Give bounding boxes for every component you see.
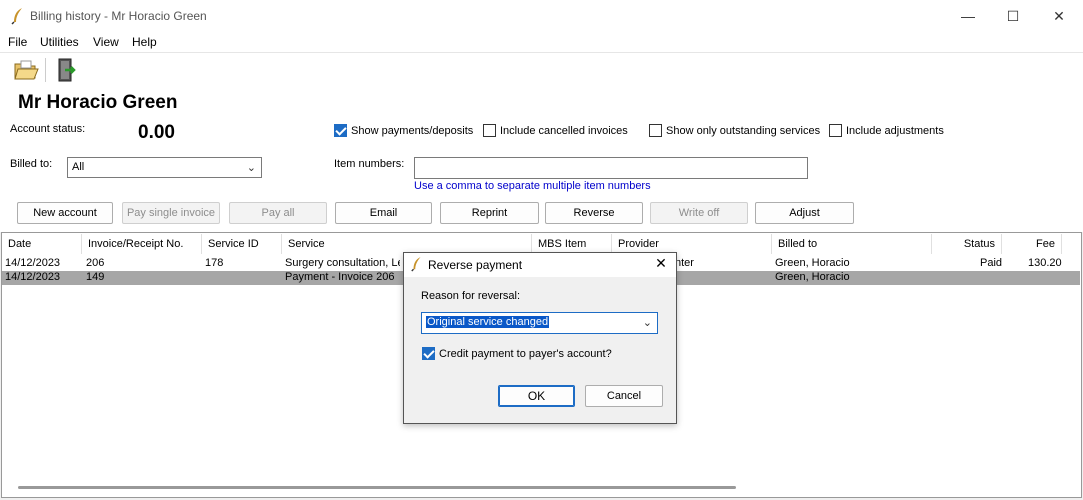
credit-payer-label: Credit payment to payer's account? [439,347,612,360]
chevron-down-icon: ⌄ [246,162,256,174]
cell-service: Payment - Invoice 206 [285,271,395,283]
write-off-button[interactable]: Write off [650,202,748,224]
pay-single-invoice-button[interactable]: Pay single invoice [122,202,220,224]
item-numbers-input[interactable] [414,157,808,179]
column-header-provider[interactable]: Provider [612,234,772,254]
reason-label: Reason for reversal: [421,290,521,302]
column-header-date[interactable]: Date [2,234,82,254]
cell-service-id: 178 [205,257,224,269]
minimize-button[interactable]: — [945,0,991,32]
menu-view[interactable]: View [93,35,119,49]
include-cancelled-label: Include cancelled invoices [500,124,628,137]
item-numbers-label: Item numbers: [334,158,405,170]
folder-open-icon[interactable] [13,58,39,82]
cell-date: 14/12/2023 [5,271,61,283]
account-balance: 0.00 [138,122,175,143]
menu-bar: File Utilities View Help [0,32,1083,52]
column-header-service[interactable]: Service [282,234,532,254]
reprint-button[interactable]: Reprint [440,202,539,224]
show-payments-label: Show payments/deposits [351,124,474,137]
app-feather-icon [411,257,421,272]
item-numbers-hint: Use a comma to separate multiple item nu… [414,180,651,192]
billed-to-label: Billed to: [10,158,53,170]
include-cancelled-checkbox[interactable]: Include cancelled invoices [483,124,628,137]
checkbox-box[interactable] [649,124,662,137]
toolbar-separator [45,58,46,82]
dialog-title: Reverse payment [428,258,523,272]
cell-provider: nter [675,257,694,269]
menu-file[interactable]: File [8,35,27,49]
credit-payer-checkbox[interactable]: Credit payment to payer's account? [422,347,612,360]
column-header-fee[interactable]: Fee [1002,234,1062,254]
checkbox-box[interactable] [334,124,347,137]
include-adjustments-checkbox[interactable]: Include adjustments [829,124,944,137]
horizontal-scrollbar[interactable] [18,486,736,489]
chevron-down-icon: ⌄ [642,317,652,329]
reverse-button[interactable]: Reverse [545,202,643,224]
billed-to-value: All [72,161,85,173]
maximize-button[interactable]: ☐ [990,0,1036,32]
exit-door-icon[interactable] [55,57,77,83]
cell-invoice: 206 [86,257,105,269]
dialog-close-icon[interactable]: ✕ [650,255,672,273]
reason-select[interactable]: Original service changed ⌄ [421,312,658,334]
only-outstanding-label: Show only outstanding services [666,124,821,137]
new-account-button[interactable]: New account [17,202,113,224]
app-feather-icon [11,8,22,25]
checkbox-box[interactable] [483,124,496,137]
show-payments-checkbox[interactable]: Show payments/deposits [334,124,473,137]
checkbox-box[interactable] [422,347,435,360]
reason-value: Original service changed [426,316,550,328]
cell-billed-to: Green, Horacio [775,257,850,269]
cell-billed-to: Green, Horacio [775,271,850,283]
cancel-button[interactable]: Cancel [585,385,663,407]
cell-date: 14/12/2023 [5,257,61,269]
column-header-status[interactable]: Status [932,234,1002,254]
only-outstanding-checkbox[interactable]: Show only outstanding services [649,124,820,137]
pay-all-button[interactable]: Pay all [229,202,327,224]
cell-service: Surgery consultation, Lev [285,257,400,269]
menu-help[interactable]: Help [132,35,157,49]
cell-status: Paid [980,257,1003,269]
column-header-invoice[interactable]: Invoice/Receipt No. [82,234,202,254]
checkbox-box[interactable] [829,124,842,137]
column-header-service-id[interactable]: Service ID [202,234,282,254]
adjust-button[interactable]: Adjust [755,202,854,224]
column-header-mbs-item[interactable]: MBS Item [532,234,612,254]
window-title: Billing history - Mr Horacio Green [30,9,207,23]
billed-to-select[interactable]: All ⌄ [67,157,262,178]
toolbar [0,52,1083,90]
cell-fee: 130.20 [1028,257,1062,269]
menu-utilities[interactable]: Utilities [40,35,79,49]
account-status-label: Account status: [10,123,86,135]
include-adjustments-label: Include adjustments [846,124,944,137]
cell-invoice: 149 [86,271,105,283]
column-header-billed-to[interactable]: Billed to [772,234,932,254]
ok-button[interactable]: OK [498,385,575,407]
email-button[interactable]: Email [335,202,432,224]
patient-name: Mr Horacio Green [18,92,178,113]
close-button[interactable]: ✕ [1036,0,1082,32]
